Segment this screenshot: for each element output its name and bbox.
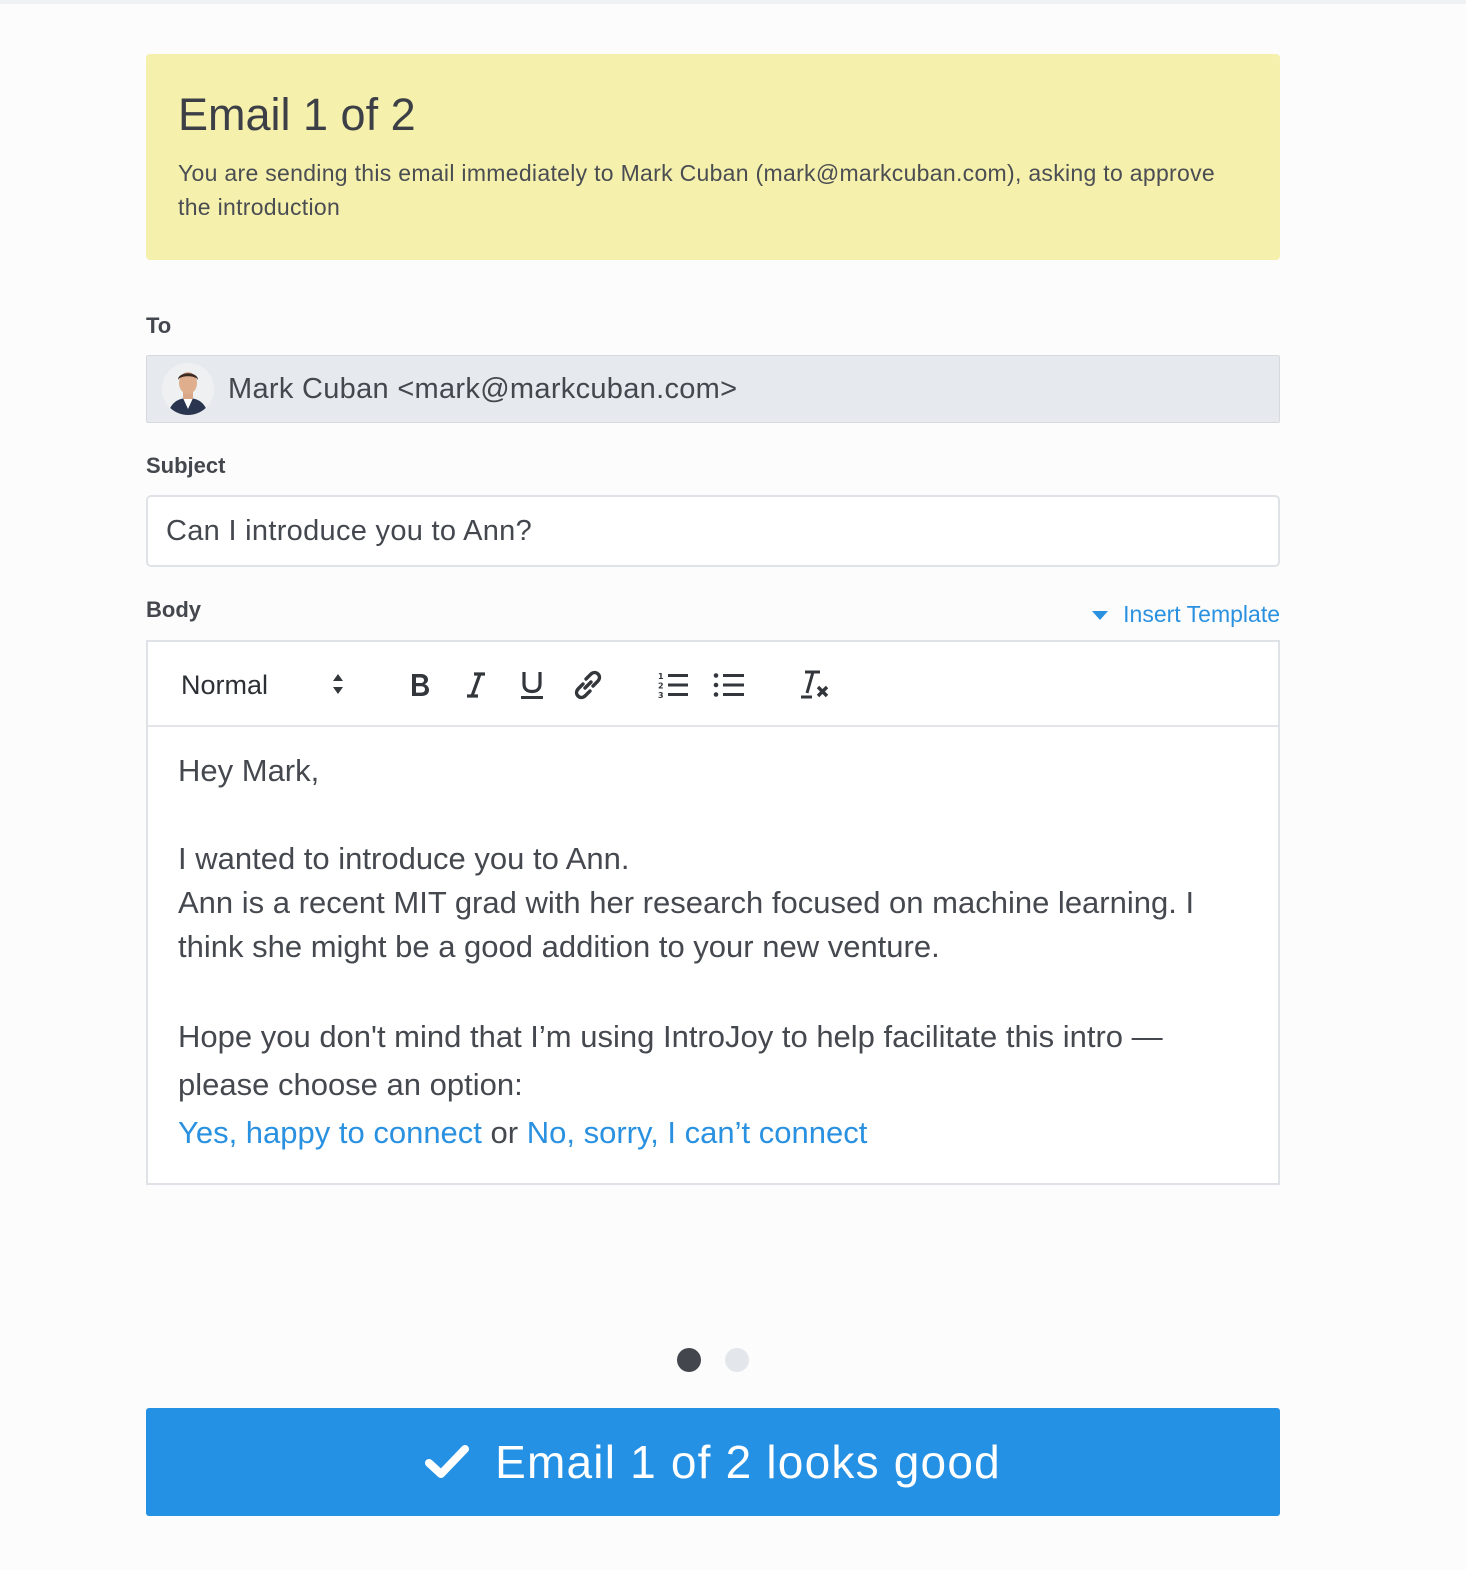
confirm-button-label: Email 1 of 2 looks good — [495, 1436, 1001, 1488]
italic-icon — [467, 672, 485, 698]
or-text: or — [490, 1115, 519, 1150]
caret-down-icon — [1092, 611, 1109, 620]
link-icon — [574, 670, 602, 700]
body-content[interactable]: Hey Mark, I wanted to introduce you to A… — [148, 727, 1278, 1157]
bullet-list-button[interactable] — [709, 664, 749, 706]
top-border — [0, 0, 1466, 4]
bold-icon — [412, 674, 429, 696]
underline-icon — [521, 672, 543, 699]
body-options: Yes, happy to connect or No, sorry, I ca… — [178, 1109, 1248, 1157]
italic-button[interactable] — [456, 664, 496, 706]
select-arrows-icon — [331, 672, 345, 703]
subject-label: Subject — [146, 453, 226, 478]
yes-connect-link[interactable]: Yes, happy to connect — [178, 1115, 482, 1150]
svg-text:3: 3 — [658, 691, 664, 700]
svg-text:1: 1 — [658, 672, 664, 681]
clear-format-button[interactable] — [794, 664, 834, 706]
pagination-dot-1[interactable] — [677, 1348, 701, 1372]
insert-template-label: Insert Template — [1123, 601, 1280, 627]
pagination-dot-2[interactable] — [725, 1348, 749, 1372]
to-field[interactable]: Mark Cuban <mark@markcuban.com> — [146, 355, 1280, 423]
body-editor[interactable]: Normal 123 Hey Mark, I wanted to introdu… — [146, 640, 1280, 1185]
check-icon — [425, 1445, 470, 1478]
subject-input[interactable]: Can I introduce you to Ann? — [146, 495, 1280, 567]
body-greeting: Hey Mark, — [178, 753, 320, 788]
to-label: To — [146, 313, 172, 338]
no-connect-link[interactable]: No, sorry, I can’t connect — [527, 1115, 868, 1150]
body-line-description: Ann is a recent MIT grad with her resear… — [178, 885, 1195, 964]
format-select-value: Normal — [181, 669, 269, 700]
ordered-list-button[interactable]: 123 — [653, 664, 693, 706]
notice-title: Email 1 of 2 — [178, 89, 416, 140]
notice-description: You are sending this email immediately t… — [178, 160, 1215, 220]
insert-template-link[interactable]: Insert Template — [1092, 601, 1280, 628]
bold-button[interactable] — [400, 664, 440, 706]
body-label: Body — [146, 597, 201, 622]
body-line-request: Hope you don't mind that I’m using Intro… — [178, 1019, 1163, 1102]
underline-button[interactable] — [512, 664, 552, 706]
pagination-dots — [677, 1348, 773, 1372]
editor-toolbar: Normal 123 — [148, 642, 1278, 727]
email-notice-banner: Email 1 of 2 You are sending this email … — [146, 54, 1280, 260]
avatar — [162, 363, 214, 415]
format-select[interactable]: Normal — [181, 664, 361, 706]
bullet-list-icon — [713, 673, 744, 697]
clear-format-icon — [801, 670, 829, 699]
confirm-email-button[interactable]: Email 1 of 2 looks good — [146, 1408, 1280, 1516]
svg-text:2: 2 — [658, 682, 664, 691]
to-recipient: Mark Cuban <mark@markcuban.com> — [228, 372, 738, 405]
link-button[interactable] — [568, 664, 608, 706]
body-line-intro: I wanted to introduce you to Ann. — [178, 841, 630, 876]
ordered-list-icon: 123 — [658, 672, 688, 700]
